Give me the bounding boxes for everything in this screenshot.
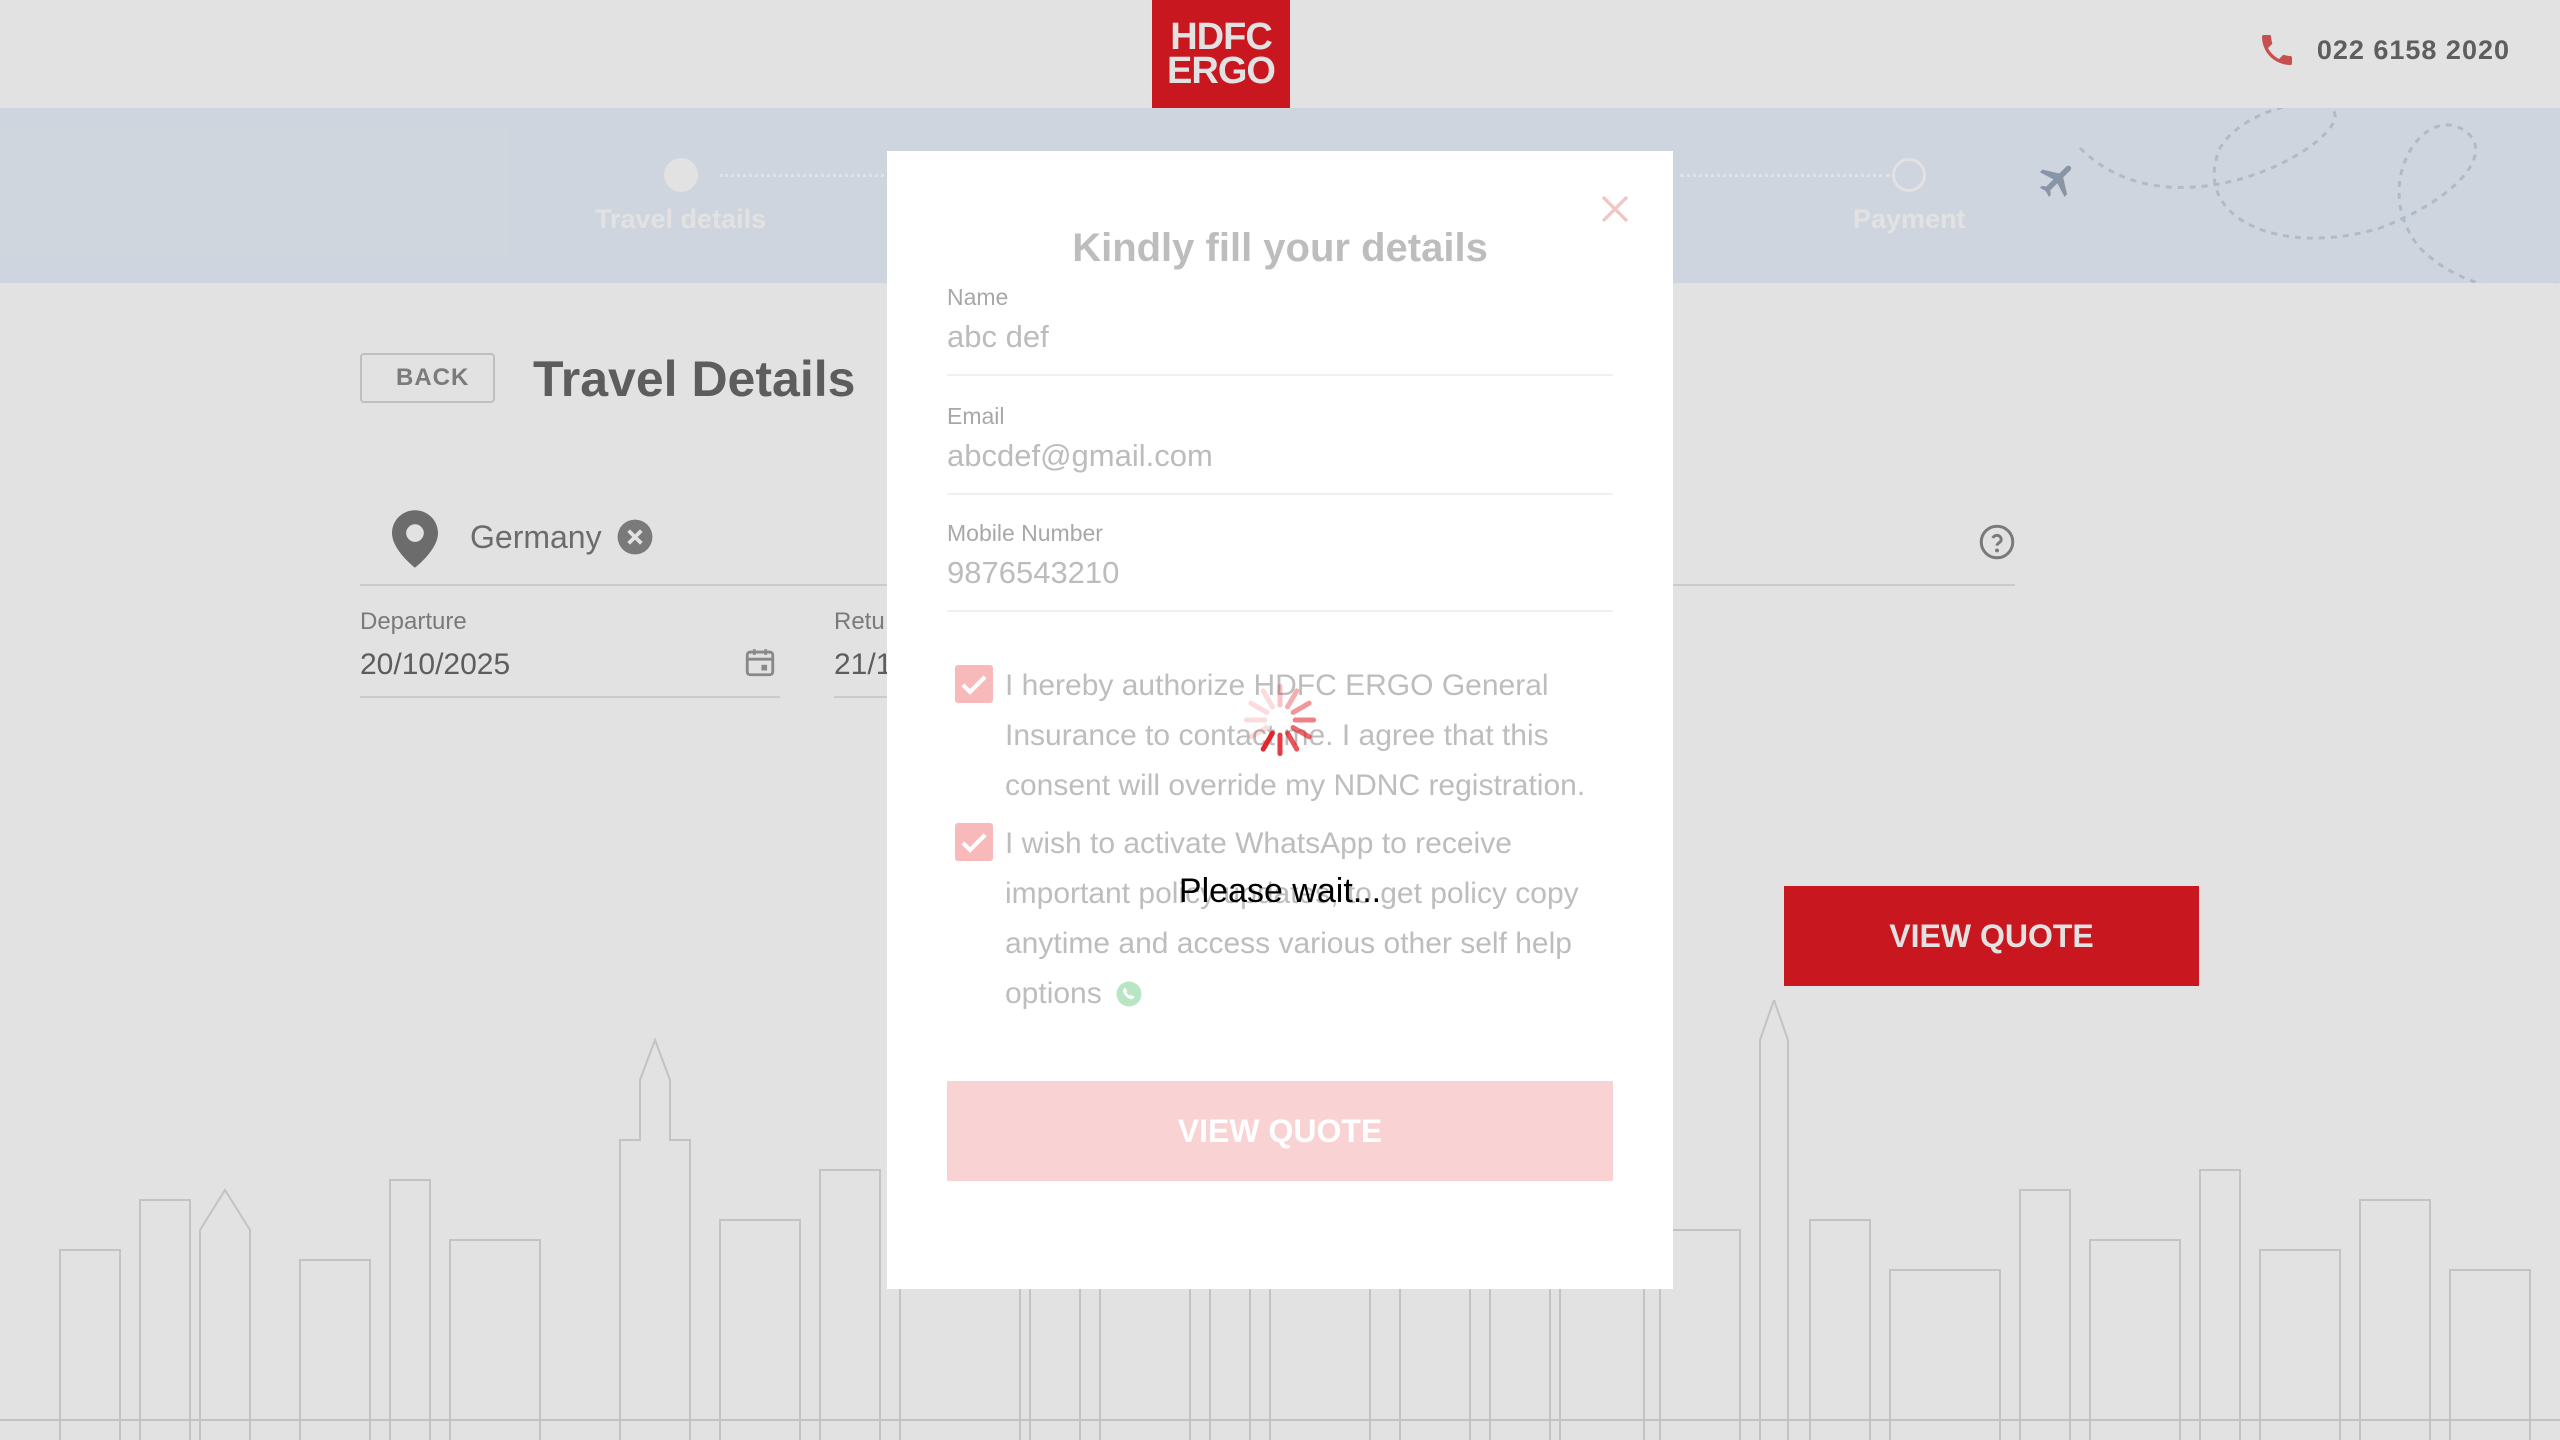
email-label: Email [947, 403, 1005, 429]
spinner-icon [1243, 683, 1317, 757]
ndnc-consent-checkbox[interactable] [955, 665, 993, 703]
whatsapp-icon [1116, 981, 1142, 1007]
checkmark-icon [961, 833, 987, 853]
name-input[interactable]: abc def [947, 319, 1613, 355]
loading-message: Please wait... [1178, 872, 1382, 910]
whatsapp-consent-text-wrap: I wish to activate WhatsApp to receive i… [1005, 819, 1595, 1019]
checkmark-icon [961, 675, 987, 695]
email-field[interactable]: Email abcdef@gmail.com [947, 403, 1613, 495]
mobile-label: Mobile Number [947, 520, 1103, 546]
name-label: Name [947, 284, 1009, 310]
close-icon[interactable] [1597, 191, 1633, 227]
whatsapp-consent-text: I wish to activate WhatsApp to receive i… [1005, 827, 1579, 1010]
whatsapp-consent: I wish to activate WhatsApp to receive i… [955, 819, 1595, 1019]
mobile-field[interactable]: Mobile Number 9876543210 [947, 520, 1613, 612]
name-field[interactable]: Name abc def [947, 284, 1613, 376]
modal-title: Kindly fill your details [1072, 226, 1488, 270]
mobile-input[interactable]: 9876543210 [947, 555, 1613, 591]
whatsapp-consent-checkbox[interactable] [955, 823, 993, 861]
modal-view-quote-button[interactable]: VIEW QUOTE [947, 1081, 1613, 1181]
email-input[interactable]: abcdef@gmail.com [947, 438, 1613, 474]
